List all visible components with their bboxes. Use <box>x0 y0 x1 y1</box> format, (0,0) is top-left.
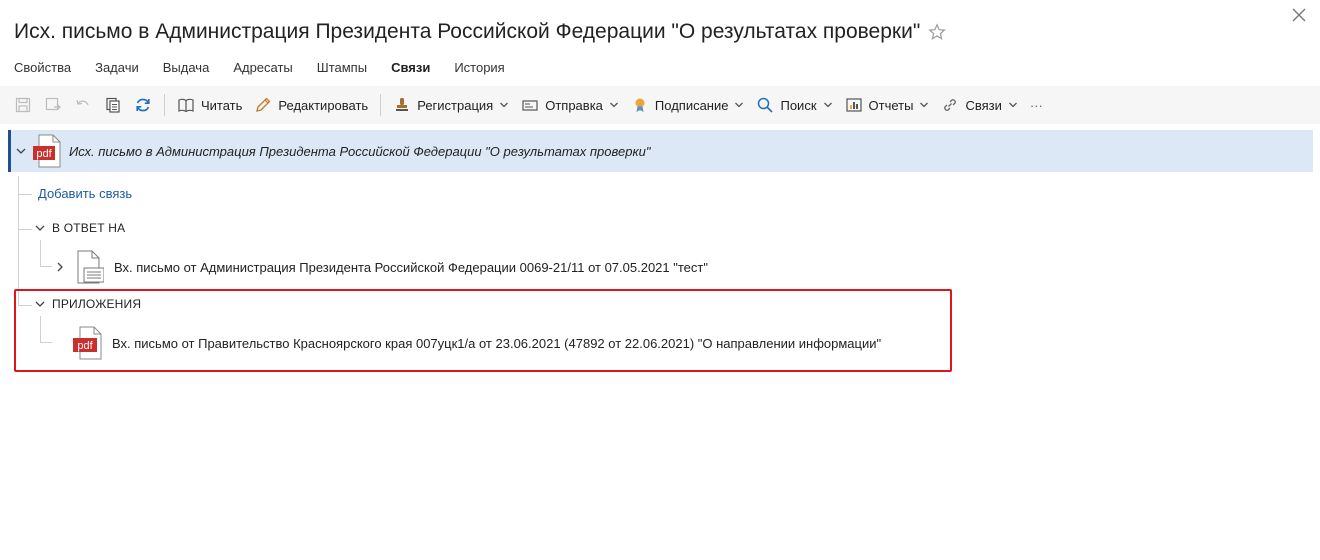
chevron-down-icon <box>735 102 744 108</box>
tab-properties[interactable]: Свойства <box>14 58 71 86</box>
tree-guide-line <box>40 266 52 267</box>
read-button[interactable]: Читать <box>171 90 248 120</box>
pdf-icon: pdf <box>33 134 61 168</box>
root-document-title: Исх. письмо в Администрация Президента Р… <box>69 143 651 159</box>
search-button[interactable]: Поиск <box>750 90 838 120</box>
link-icon <box>944 99 957 111</box>
reports-button[interactable]: Отчеты <box>839 90 936 120</box>
reports-label: Отчеты <box>868 97 914 113</box>
registration-label: Регистрация <box>417 97 494 113</box>
tree-guide-line <box>18 176 19 306</box>
chevron-down-icon <box>35 225 45 231</box>
page-title: Исх. письмо в Администрация Президента Р… <box>14 20 921 43</box>
toolbar: Читать Редактировать Регистрация Отправк… <box>0 86 1320 124</box>
undo-icon <box>76 99 89 106</box>
tab-tasks[interactable]: Задачи <box>95 58 139 86</box>
add-link-button[interactable]: Добавить связь <box>38 186 132 201</box>
tab-stamps[interactable]: Штампы <box>317 58 367 86</box>
save-button[interactable] <box>8 90 38 120</box>
links-menu-button[interactable]: Связи <box>935 90 1023 120</box>
document-icon <box>77 250 104 284</box>
send-icon <box>522 100 538 111</box>
group-label: В ОТВЕТ НА <box>52 221 126 235</box>
save-close-icon <box>45 97 61 111</box>
undo-button[interactable] <box>68 90 98 120</box>
star-icon[interactable] <box>928 23 947 41</box>
search-label: Поиск <box>780 97 817 113</box>
more-button[interactable]: ··· <box>1024 90 1049 120</box>
close-icon[interactable] <box>1290 6 1308 24</box>
copy-button[interactable] <box>98 90 128 120</box>
item-title: Вх. письмо от Администрация Президента Р… <box>114 259 708 275</box>
stamp-icon <box>396 98 409 111</box>
tab-history[interactable]: История <box>454 58 504 86</box>
title-row: Исх. письмо в Администрация Президента Р… <box>14 18 947 46</box>
links-label: Связи <box>965 97 1002 113</box>
seal-icon <box>635 98 645 112</box>
chevron-down-icon <box>609 102 618 108</box>
tree-guide-line <box>40 240 41 266</box>
chevron-right-icon[interactable] <box>54 261 66 273</box>
save-and-close-button[interactable] <box>38 90 68 120</box>
read-label: Читать <box>201 97 243 113</box>
copy-icon <box>106 97 120 113</box>
chevron-down-icon <box>823 102 832 108</box>
refresh-icon <box>136 98 150 112</box>
signing-button[interactable]: Подписание <box>625 90 751 120</box>
chevron-down-icon <box>500 102 509 108</box>
signing-label: Подписание <box>654 97 729 113</box>
registration-button[interactable]: Регистрация <box>387 90 515 120</box>
pencil-icon <box>256 97 271 112</box>
tab-links[interactable]: Связи <box>391 58 431 91</box>
group-reply-to[interactable]: В ОТВЕТ НА <box>34 221 125 235</box>
toolbar-divider <box>164 94 165 116</box>
tree-guide-line <box>18 229 32 230</box>
refresh-button[interactable] <box>128 90 158 120</box>
book-icon <box>178 98 194 113</box>
more-label: ··· <box>1029 97 1043 113</box>
report-chart-icon <box>845 98 862 112</box>
edit-label: Редактировать <box>278 97 369 113</box>
sending-button[interactable]: Отправка <box>515 90 625 120</box>
sending-label: Отправка <box>545 97 603 113</box>
chevron-down-icon <box>1008 102 1017 108</box>
tab-issue[interactable]: Выдача <box>163 58 210 86</box>
tree-root-row[interactable]: pdf Исх. письмо в Администрация Президен… <box>8 130 1313 172</box>
chevron-down-icon[interactable] <box>15 145 27 157</box>
tree-item[interactable]: Вх. письмо от Администрация Президента Р… <box>54 250 708 284</box>
save-icon <box>15 97 31 113</box>
tab-addressees[interactable]: Адресаты <box>233 58 292 86</box>
highlight-box <box>14 289 952 372</box>
svg-text:pdf: pdf <box>36 148 52 160</box>
toolbar-divider <box>380 94 382 116</box>
tab-bar: Свойства Задачи Выдача Адресаты Штампы С… <box>14 58 529 91</box>
search-icon <box>758 97 774 113</box>
chevron-down-icon <box>920 102 929 108</box>
edit-button[interactable]: Редактировать <box>248 90 374 120</box>
tree-guide-line <box>18 194 32 195</box>
